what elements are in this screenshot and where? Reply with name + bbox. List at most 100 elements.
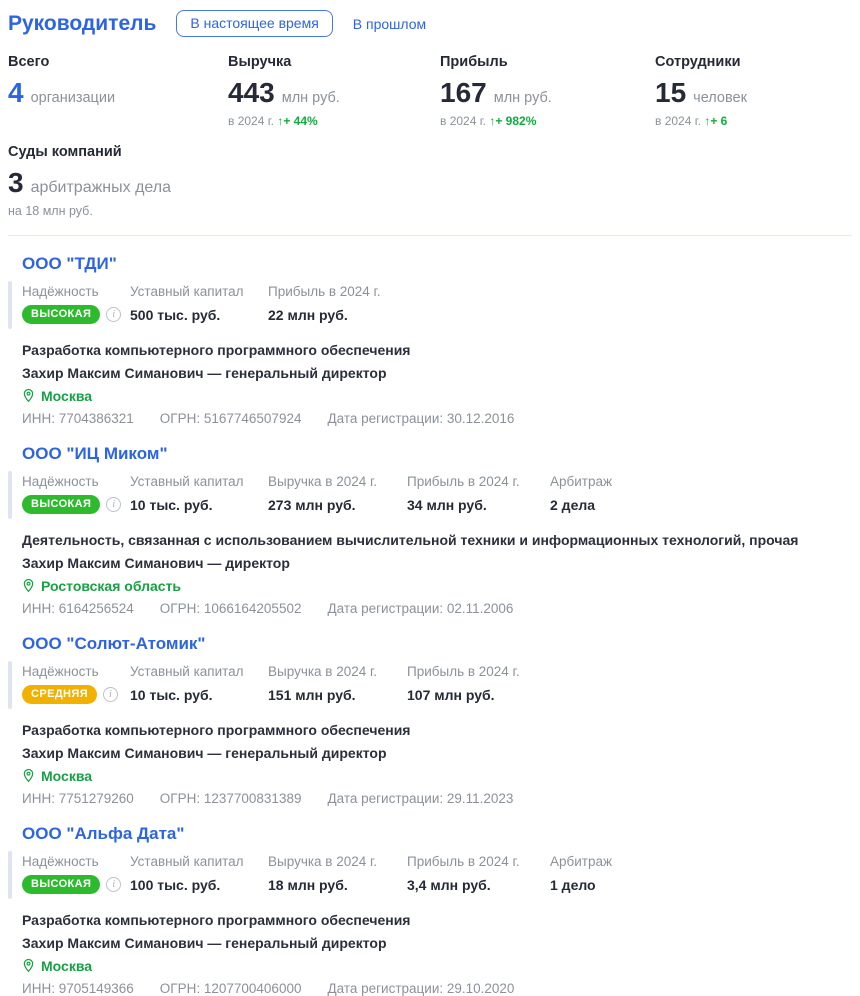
company-stat-label: Надёжность <box>22 664 130 679</box>
location-link[interactable]: Москва <box>22 384 852 407</box>
location-label: Москва <box>41 958 92 974</box>
company-stat: Надёжность ВЫСОКАЯ i <box>22 284 130 324</box>
summary-stat-value: 4 <box>8 77 24 109</box>
summary-stat-value: 443 <box>228 77 275 109</box>
summary-stat-label: Сотрудники <box>655 54 852 70</box>
info-icon[interactable]: i <box>106 307 121 322</box>
company-list: ООО "ТДИ" Надёжность ВЫСОКАЯ i Уставный кап… <box>8 254 852 996</box>
company-card: ООО "ИЦ Миком" НадёжностьВЫСОКАЯiУставны… <box>8 444 852 616</box>
courts-note: на 18 млн руб. <box>8 204 852 218</box>
company-stat-value: 10 тыс. руб. <box>130 497 268 513</box>
location-link[interactable]: Москва <box>22 764 852 787</box>
reliability-badge: ВЫСОКАЯ <box>22 305 100 324</box>
company-details: Деятельность, связанная с использованием… <box>22 528 852 616</box>
summary-stat-employees: Сотрудники 15 человек в 2024 г. ↑+ 6 <box>655 54 852 128</box>
ogrn-value: ОГРН: 5167746507924 <box>160 411 302 426</box>
company-stat-label: Арбитраж <box>550 474 852 489</box>
company-card: ООО "ТДИ" Надёжность ВЫСОКАЯ i Уставный кап… <box>8 254 852 426</box>
activity-line: Разработка компьютерного программного об… <box>22 908 852 931</box>
company-stat: Арбитраж2 дела <box>550 474 852 514</box>
company-stat-value: 18 млн руб. <box>268 877 407 893</box>
company-stat-label: Уставный капитал <box>130 854 268 869</box>
company-stat: Уставный капитал 500 тыс. руб. <box>130 284 268 324</box>
company-stats-row: НадёжностьСРЕДНЯЯiУставный капитал10 тыс… <box>22 661 852 709</box>
company-name-link[interactable]: ООО "ТДИ" <box>22 254 117 274</box>
company-stat-label: Прибыль в 2024 г. <box>407 664 550 679</box>
location-link[interactable]: Ростовская область <box>22 574 852 597</box>
company-stat-label: Выручка в 2024 г. <box>268 474 407 489</box>
company-stat-label: Надёжность <box>22 854 130 869</box>
company-stats-row: НадёжностьВЫСОКАЯiУставный капитал100 ты… <box>22 851 852 899</box>
courts-label: Суды компаний <box>8 144 852 160</box>
activity-line: Разработка компьютерного программного об… <box>22 718 852 741</box>
company-stat-label: Надёжность <box>22 474 130 489</box>
company-stat-label: Выручка в 2024 г. <box>268 664 407 679</box>
company-stat-label: Выручка в 2024 г. <box>268 854 407 869</box>
company-name-link[interactable]: ООО "Солют-Атомик" <box>22 634 205 654</box>
company-card: ООО "Альфа Дата" НадёжностьВЫСОКАЯiУстав… <box>8 824 852 996</box>
inn-value: ИНН: 7704386321 <box>22 411 134 426</box>
registration-date: Дата регистрации: 02.11.2006 <box>327 601 513 616</box>
company-name-link[interactable]: ООО "Альфа Дата" <box>22 824 184 844</box>
company-stat-label: Надёжность <box>22 284 130 299</box>
person-line: Захир Максим Симанович — генеральный дир… <box>22 931 852 954</box>
company-name-link[interactable]: ООО "ИЦ Миком" <box>22 444 168 464</box>
person-line: Захир Максим Симанович — генеральный дир… <box>22 741 852 764</box>
company-stat: Прибыль в 2024 г. 107 млн руб. <box>407 664 550 704</box>
location-link[interactable]: Москва <box>22 954 852 977</box>
inn-value: ИНН: 6164256524 <box>22 601 134 616</box>
company-stat: Прибыль в 2024 г. 34 млн руб. <box>407 474 550 514</box>
company-stat-value: 500 тыс. руб. <box>130 307 268 323</box>
summary-stat-unit: организации <box>31 90 116 106</box>
location-pin-icon <box>22 958 35 973</box>
person-line: Захир Максим Симанович — директор <box>22 551 852 574</box>
summary-stat-value: 167 <box>440 77 487 109</box>
tab-past-link[interactable]: В прошлом <box>353 16 426 32</box>
summary-stat-label: Выручка <box>228 54 440 70</box>
info-icon[interactable]: i <box>103 687 118 702</box>
company-card: ООО "Солют-Атомик" Надёжность СРЕДНЯЯ i Уст… <box>8 634 852 806</box>
company-stat-label: Прибыль в 2024 г. <box>407 854 550 869</box>
page: Руководитель В настоящее время В прошлом… <box>0 0 860 996</box>
company-stat-label: Уставный капитал <box>130 664 268 679</box>
company-details: Разработка компьютерного программного об… <box>22 718 852 806</box>
company-stat-label: Прибыль в 2024 г. <box>268 284 407 299</box>
location-label: Москва <box>41 768 92 784</box>
summary-stat-change: в 2024 г. ↑+ 982% <box>440 114 655 128</box>
courts-value: 3 <box>8 167 24 199</box>
ogrn-value: ОГРН: 1066164205502 <box>160 601 302 616</box>
company-stat: Выручка в 2024 г. 18 млн руб. <box>268 854 407 894</box>
summary-stat-unit: человек <box>693 90 747 106</box>
registry-line: ИНН: 7751279260 ОГРН: 1237700831389 Дата… <box>22 787 852 806</box>
company-stats-row: Надёжность ВЫСОКАЯ i Уставный капитал 500 ты… <box>22 281 852 329</box>
company-stat-label: Уставный капитал <box>130 474 268 489</box>
company-stat: Прибыль в 2024 г. 3,4 млн руб. <box>407 854 550 894</box>
registry-line: ИНН: 9705149366 ОГРН: 1207700406000 Дата… <box>22 977 852 996</box>
location-label: Ростовская область <box>41 578 181 594</box>
company-stats-row: НадёжностьВЫСОКАЯiУставный капитал10 тыс… <box>22 471 852 519</box>
company-stat-label: Уставный капитал <box>130 284 268 299</box>
summary-stat-value: 15 <box>655 77 686 109</box>
registration-date: Дата регистрации: 29.11.2023 <box>327 791 513 806</box>
company-stat-value: 107 млн руб. <box>407 687 550 703</box>
registration-date: Дата регистрации: 29.10.2020 <box>327 981 514 996</box>
ogrn-value: ОГРН: 1237700831389 <box>160 791 302 806</box>
activity-line: Деятельность, связанная с использованием… <box>22 528 852 551</box>
company-stat: Уставный капитал 100 тыс. руб. <box>130 854 268 894</box>
reliability-badge: СРЕДНЯЯ <box>22 685 97 704</box>
info-icon[interactable]: i <box>106 497 121 512</box>
company-stat-value: 3,4 млн руб. <box>407 877 550 893</box>
company-stat-label: Арбитраж <box>550 854 852 869</box>
company-stat-value: 100 тыс. руб. <box>130 877 268 893</box>
company-stat-label: Прибыль в 2024 г. <box>407 474 550 489</box>
summary-stat-total: Всего 4 организации <box>8 54 228 128</box>
section-divider <box>8 235 852 236</box>
company-stat-value: 34 млн руб. <box>407 497 550 513</box>
info-icon[interactable]: i <box>106 877 121 892</box>
company-stat: Выручка в 2024 г.151 млн руб. <box>268 664 407 704</box>
company-stat: Арбитраж1 дело <box>550 854 852 894</box>
header: Руководитель В настоящее время В прошлом <box>8 10 852 37</box>
tab-current-button[interactable]: В настоящее время <box>176 10 332 37</box>
activity-line: Разработка компьютерного программного об… <box>22 338 852 361</box>
summary-stat-label: Всего <box>8 54 228 70</box>
